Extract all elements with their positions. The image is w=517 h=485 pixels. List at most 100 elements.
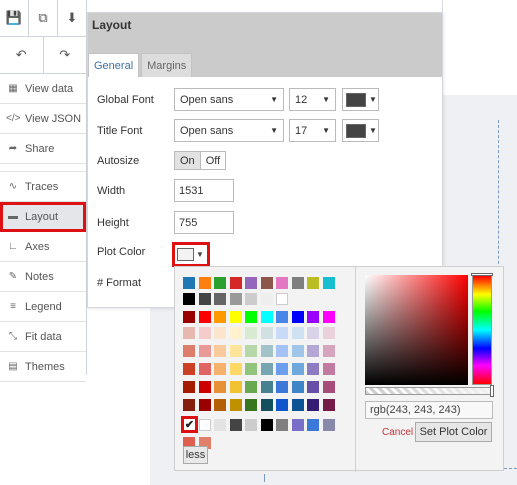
palette-swatch[interactable]	[198, 363, 211, 375]
global-font-size-select[interactable]: 12 ▼	[289, 88, 336, 111]
global-font-family-select[interactable]: Open sans ▼	[174, 88, 284, 111]
palette-swatch[interactable]	[307, 419, 319, 431]
sidebar-item-share[interactable]: ➦ Share	[0, 134, 86, 164]
palette-swatch[interactable]	[307, 399, 319, 411]
palette-swatch[interactable]	[183, 293, 195, 305]
rgb-input[interactable]: rgb(243, 243, 243)	[365, 401, 493, 419]
title-font-family-select[interactable]: Open sans ▼	[174, 119, 284, 142]
palette-swatch[interactable]	[198, 381, 211, 393]
palette-swatch[interactable]	[245, 293, 257, 305]
palette-swatch[interactable]	[229, 381, 242, 393]
palette-swatch[interactable]	[229, 277, 242, 289]
palette-swatch[interactable]	[291, 311, 304, 323]
palette-swatch[interactable]	[229, 399, 242, 411]
palette-swatch[interactable]	[183, 363, 195, 375]
palette-swatch[interactable]	[291, 399, 304, 411]
height-input[interactable]: 755	[174, 211, 234, 234]
palette-swatch[interactable]	[245, 399, 257, 411]
palette-swatch[interactable]	[229, 327, 242, 339]
tab-general[interactable]: General	[88, 53, 140, 77]
palette-swatch[interactable]	[198, 277, 211, 289]
autosize-on-button[interactable]: On	[175, 152, 201, 169]
palette-swatch[interactable]	[260, 277, 273, 289]
sidebar-item-view-json[interactable]: </> View JSON	[0, 104, 86, 134]
sidebar-item-axes[interactable]: ∟ Axes	[0, 232, 86, 262]
palette-swatch[interactable]	[322, 327, 335, 339]
palette-swatch[interactable]	[260, 327, 273, 339]
alpha-slider-handle[interactable]	[490, 385, 494, 397]
palette-swatch[interactable]	[183, 311, 195, 323]
palette-swatch[interactable]	[245, 311, 257, 323]
palette-swatch[interactable]	[276, 363, 288, 375]
palette-swatch[interactable]	[307, 277, 319, 289]
palette-swatch[interactable]	[198, 311, 211, 323]
plot-color-button[interactable]: ▼	[172, 242, 210, 267]
palette-swatch[interactable]	[291, 381, 304, 393]
palette-swatch[interactable]	[291, 277, 304, 289]
palette-swatch[interactable]	[276, 277, 288, 289]
palette-swatch[interactable]	[307, 363, 319, 375]
palette-swatch[interactable]	[214, 419, 226, 431]
palette-swatch[interactable]	[214, 293, 226, 305]
set-plot-color-button[interactable]: Set Plot Color	[415, 422, 492, 442]
download-button[interactable]: ⬇	[58, 0, 86, 36]
palette-swatch[interactable]	[198, 345, 211, 357]
palette-swatch[interactable]	[245, 363, 257, 375]
palette-swatch[interactable]	[214, 311, 226, 323]
palette-swatch[interactable]	[198, 419, 211, 431]
palette-swatch[interactable]	[260, 363, 273, 375]
palette-swatch[interactable]	[260, 345, 273, 357]
palette-swatch[interactable]	[245, 419, 257, 431]
palette-swatch[interactable]	[229, 345, 242, 357]
palette-swatch[interactable]	[183, 381, 195, 393]
palette-swatch[interactable]	[322, 381, 335, 393]
sidebar-item-layout[interactable]: ▬ Layout	[0, 202, 86, 232]
title-font-color-button[interactable]: ▼	[342, 119, 379, 142]
palette-swatch[interactable]	[291, 327, 304, 339]
palette-swatch[interactable]	[214, 363, 226, 375]
palette-swatch[interactable]	[183, 327, 195, 339]
palette-swatch[interactable]	[229, 419, 242, 431]
palette-swatch[interactable]	[198, 327, 211, 339]
palette-swatch[interactable]	[245, 327, 257, 339]
palette-swatch[interactable]	[307, 345, 319, 357]
palette-swatch[interactable]	[214, 277, 226, 289]
palette-swatch[interactable]	[322, 419, 335, 431]
palette-swatch[interactable]	[245, 345, 257, 357]
cancel-button[interactable]: Cancel	[382, 427, 413, 438]
palette-swatch[interactable]	[260, 381, 273, 393]
sidebar-item-fit-data[interactable]: ⤡ Fit data	[0, 322, 86, 352]
palette-swatch[interactable]	[307, 311, 319, 323]
palette-swatch[interactable]	[260, 293, 273, 305]
palette-swatch[interactable]	[276, 381, 288, 393]
global-font-color-button[interactable]: ▼	[342, 88, 379, 111]
palette-swatch[interactable]	[214, 381, 226, 393]
alpha-slider[interactable]	[365, 387, 493, 395]
saturation-value-area[interactable]	[365, 275, 468, 385]
palette-swatch[interactable]	[322, 277, 335, 289]
palette-swatch[interactable]	[322, 311, 335, 323]
palette-swatch[interactable]	[276, 345, 288, 357]
palette-swatch[interactable]	[276, 419, 288, 431]
palette-swatch[interactable]	[260, 399, 273, 411]
palette-swatch[interactable]	[276, 293, 288, 305]
sidebar-item-legend[interactable]: ≡ Legend	[0, 292, 86, 322]
palette-swatch[interactable]	[183, 399, 195, 411]
palette-swatch[interactable]	[291, 345, 304, 357]
redo-button[interactable]: ↷	[44, 37, 87, 73]
hue-slider-handle[interactable]	[471, 273, 493, 276]
width-input[interactable]: 1531	[174, 179, 234, 202]
palette-swatch[interactable]	[229, 293, 242, 305]
sidebar-item-notes[interactable]: ✎ Notes	[0, 262, 86, 292]
palette-swatch[interactable]	[322, 363, 335, 375]
tab-margins[interactable]: Margins	[141, 53, 193, 77]
palette-swatch[interactable]	[229, 311, 242, 323]
palette-swatch[interactable]	[183, 277, 195, 289]
palette-swatch[interactable]	[245, 381, 257, 393]
palette-swatch[interactable]	[214, 399, 226, 411]
palette-swatch[interactable]	[307, 327, 319, 339]
palette-swatch[interactable]	[307, 381, 319, 393]
palette-swatch[interactable]	[183, 345, 195, 357]
palette-swatch[interactable]	[260, 419, 273, 431]
palette-swatch[interactable]	[214, 327, 226, 339]
